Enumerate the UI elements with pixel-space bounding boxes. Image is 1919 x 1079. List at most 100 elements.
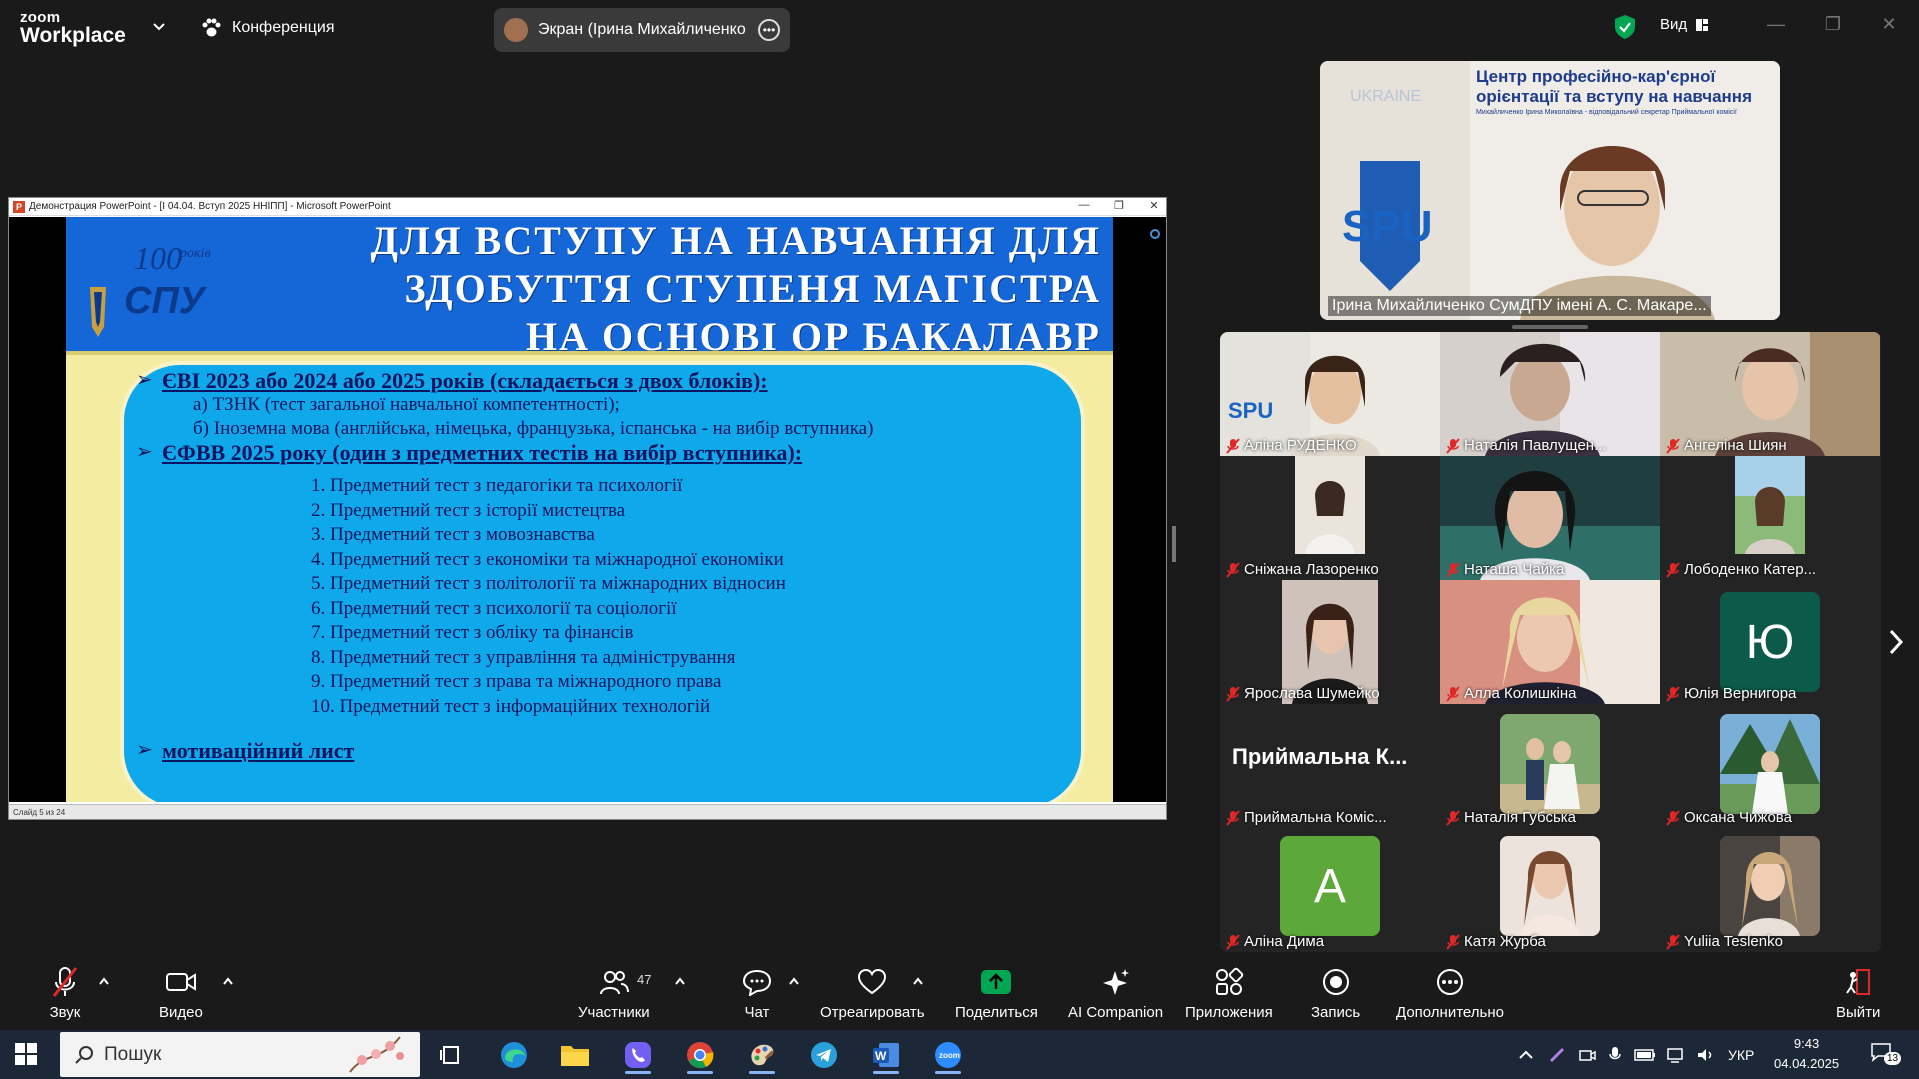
- volume-icon[interactable]: [1696, 1047, 1716, 1063]
- participant-tile[interactable]: Ангеліна Шиян: [1660, 332, 1880, 456]
- chevron-up-icon[interactable]: [222, 976, 234, 986]
- encryption-shield-icon[interactable]: [1614, 14, 1636, 40]
- view-button[interactable]: Вид: [1660, 16, 1709, 33]
- participant-name-text: Ярослава Шумейко: [1244, 685, 1380, 702]
- svg-text:zoom: zoom: [939, 1051, 960, 1060]
- sparkle-icon: [1102, 969, 1129, 995]
- mic-muted-icon: [1446, 685, 1460, 702]
- bg-spu-text: SPU: [1342, 202, 1432, 251]
- bullet-evi-sub-b: б) Іноземна мова (англійська, німецька, …: [193, 418, 874, 439]
- video-button[interactable]: Видео: [159, 966, 203, 1021]
- logo-100-text: 100: [134, 240, 182, 276]
- participant-video: [1735, 456, 1805, 554]
- maximize-icon[interactable]: ❐: [1822, 14, 1844, 36]
- participant-tile[interactable]: Приймальна К... Приймальна Коміс...: [1220, 704, 1440, 828]
- participant-tile[interactable]: Наталія Павлущен...: [1440, 332, 1660, 456]
- telegram-icon[interactable]: [805, 1036, 843, 1074]
- participant-name: Наташа Чайка: [1446, 561, 1564, 578]
- participant-tile[interactable]: Лободенко Катер...: [1660, 456, 1880, 580]
- viber-icon[interactable]: [619, 1036, 657, 1074]
- chevron-up-icon[interactable]: [788, 976, 800, 986]
- top-bar: zoom Workplace Конференция Экран (Ірина …: [0, 0, 1919, 56]
- screen-share-indicator[interactable]: Экран (Ірина Михайличенко СумДПУ імені А…: [494, 8, 790, 52]
- participant-tile[interactable]: Наталія Губська: [1440, 704, 1660, 828]
- network-icon[interactable]: [1666, 1047, 1686, 1063]
- language-indicator[interactable]: УКР: [1728, 1047, 1754, 1063]
- participant-name-text: Аліна Дима: [1244, 933, 1325, 950]
- participant-name-text: Оксана Чижова: [1684, 809, 1792, 826]
- camera-tray-icon[interactable]: [1578, 1046, 1596, 1064]
- participant-video: [1720, 836, 1820, 936]
- ai-companion-button[interactable]: AI Companion: [1068, 966, 1163, 1021]
- bg-ukraine-text: UKRAINE: [1350, 88, 1421, 105]
- share-button[interactable]: Поделиться: [955, 966, 1038, 1021]
- notification-count-badge: 13: [1884, 1052, 1902, 1065]
- participant-tile[interactable]: Yuliia Teslenko: [1660, 828, 1880, 952]
- pen-icon[interactable]: [1548, 1046, 1566, 1064]
- leave-button[interactable]: Выйти: [1836, 966, 1880, 1021]
- mic-muted-icon: [1226, 809, 1240, 826]
- chat-button[interactable]: Чат: [740, 966, 774, 1021]
- slide-title-line1: ДЛЯ ВСТУПУ НА НАВЧАННЯ ДЛЯ: [370, 218, 1101, 263]
- chevron-up-icon[interactable]: [912, 976, 924, 986]
- microphone-tray-icon[interactable]: [1608, 1046, 1622, 1064]
- apps-button[interactable]: Приложения: [1185, 966, 1273, 1021]
- taskbar-clock[interactable]: 9:43 04.04.2025: [1774, 1034, 1839, 1074]
- active-speaker-video[interactable]: UKRAINE SPU Центр професійно-кар'єрної о…: [1320, 61, 1780, 320]
- close-icon[interactable]: ✕: [1878, 14, 1900, 36]
- participant-name-text: Катя Журба: [1464, 933, 1546, 950]
- more-button[interactable]: Дополнительно: [1396, 966, 1504, 1021]
- test-item: 4. Предметний тест з економіки та міжнар…: [311, 548, 784, 570]
- more-options-icon[interactable]: •••: [758, 19, 780, 41]
- audio-button[interactable]: Звук: [48, 966, 82, 1021]
- speaker-resize-handle[interactable]: [1512, 325, 1588, 329]
- chevron-up-icon[interactable]: [674, 976, 686, 986]
- participant-video: [1500, 836, 1600, 936]
- chevron-up-icon[interactable]: [1518, 1049, 1534, 1061]
- mic-muted-icon: [1226, 437, 1240, 454]
- participant-name: Аліна Дима: [1226, 933, 1324, 950]
- notifications-button[interactable]: 13: [1870, 1042, 1902, 1068]
- participant-tile[interactable]: SPU Аліна РУДЕНКО: [1220, 332, 1440, 456]
- participant-tile[interactable]: Ярослава Шумейко: [1220, 580, 1440, 704]
- react-button[interactable]: Отреагировать: [820, 966, 925, 1021]
- participants-count: 47: [637, 972, 652, 987]
- apps-label: Приложения: [1185, 1004, 1273, 1021]
- conference-button[interactable]: Конференция: [200, 14, 335, 42]
- participant-name-text: Сніжана Лазоренко: [1244, 561, 1379, 578]
- chevron-up-icon[interactable]: [98, 976, 110, 986]
- minimize-icon[interactable]: —: [1765, 14, 1787, 36]
- mic-muted-icon: [1446, 561, 1460, 578]
- participant-tile[interactable]: Сніжана Лазоренко: [1220, 456, 1440, 580]
- slide-divider: [66, 351, 1113, 355]
- test-item: 8. Предметний тест з управління та адмін…: [311, 646, 736, 668]
- bullet-arrow-icon: ➢: [136, 739, 153, 761]
- participant-name-text: Наталія Павлущен...: [1464, 437, 1607, 454]
- participant-name-text: Аліна РУДЕНКО: [1244, 437, 1357, 454]
- clock-time: 9:43: [1793, 1036, 1820, 1051]
- participant-tile[interactable]: Катя Журба: [1440, 828, 1660, 952]
- edge-browser-icon[interactable]: [495, 1036, 533, 1074]
- panel-splitter[interactable]: [1172, 526, 1176, 562]
- windows-taskbar: Пошук W zoom УКР 9:43 04.04.2025 13: [0, 1030, 1919, 1079]
- zoom-app-icon[interactable]: zoom: [929, 1036, 967, 1074]
- participant-tile[interactable]: Наташа Чайка: [1440, 456, 1660, 580]
- chrome-icon[interactable]: [681, 1036, 719, 1074]
- task-view-icon[interactable]: [432, 1036, 470, 1074]
- participant-tile[interactable]: Ю Юлія Вернигора: [1660, 580, 1880, 704]
- battery-icon[interactable]: [1634, 1048, 1656, 1062]
- record-label: Запись: [1311, 1004, 1361, 1021]
- taskbar-search[interactable]: Пошук: [60, 1032, 420, 1077]
- participant-tile[interactable]: Алла Колишкіна: [1440, 580, 1660, 704]
- word-icon[interactable]: W: [867, 1036, 905, 1074]
- participant-name-text: Наталія Губська: [1464, 809, 1577, 826]
- participant-tile[interactable]: A Аліна Дима: [1220, 828, 1440, 952]
- windows-start-icon[interactable]: [14, 1042, 38, 1066]
- mic-muted-icon: [1666, 933, 1680, 950]
- paint-icon[interactable]: [743, 1036, 781, 1074]
- chevron-down-icon[interactable]: [150, 18, 168, 36]
- chevron-right-icon[interactable]: [1886, 628, 1906, 656]
- record-button[interactable]: Запись: [1311, 966, 1360, 1021]
- file-explorer-icon[interactable]: [556, 1036, 594, 1074]
- participant-tile[interactable]: Оксана Чижова: [1660, 704, 1880, 828]
